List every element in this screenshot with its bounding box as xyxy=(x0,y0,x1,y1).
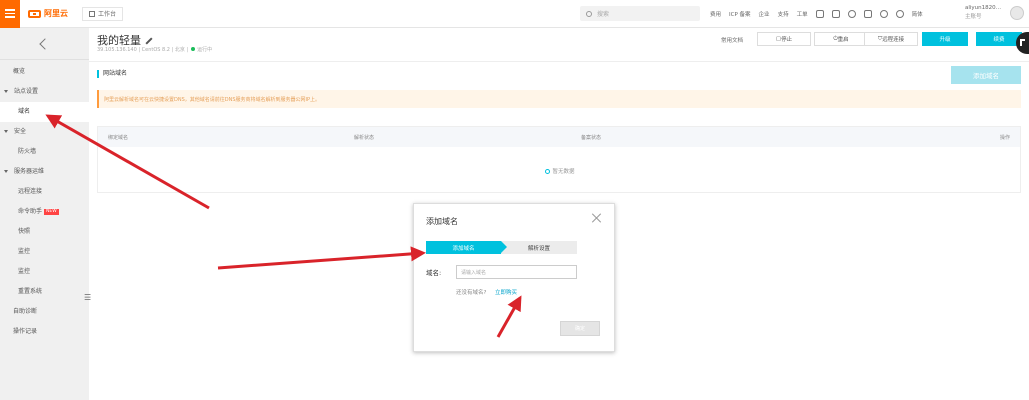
sidebar-group-site-settings[interactable]: 站点设置 xyxy=(0,82,89,102)
step-indicator: 添加域名 解析设置 xyxy=(426,241,577,254)
remote-label: 远程连接 xyxy=(882,37,905,43)
nav-fees[interactable]: 费用 xyxy=(710,10,721,18)
col-icp-status: 备案状态 xyxy=(581,135,602,141)
new-badge: NEW xyxy=(44,208,59,215)
col-domain: 绑定域名 xyxy=(108,135,129,141)
menu-icon[interactable] xyxy=(0,0,20,28)
dialog-title: 添加域名 xyxy=(426,217,458,226)
search-placeholder: 搜索 xyxy=(597,11,610,18)
domain-input[interactable]: 请输入域名 xyxy=(456,265,577,279)
edit-icon[interactable] xyxy=(145,37,153,45)
notice-banner: 阿里云解析域名可在云快捷设置DNS，其他域名请前往DNS服务商将域名解析到服务器… xyxy=(97,90,1021,108)
sidebar-group-security[interactable]: 安全 xyxy=(0,122,89,142)
top-nav: 费用 ICP 备案 企业 支持 工单 简体 xyxy=(710,0,923,28)
empty-text: 暂无数据 xyxy=(552,169,575,175)
sidebar-item-monitor-b[interactable]: 监控 xyxy=(0,262,89,282)
search-icon xyxy=(586,10,592,17)
sidebar-item-label: 命令助手 xyxy=(18,208,43,215)
bell-icon[interactable] xyxy=(847,10,856,18)
sidebar-group-ops[interactable]: 服务器运维 xyxy=(0,162,89,182)
sidebar-item-diagnose[interactable]: 自助诊断 xyxy=(0,302,89,322)
sidebar-item-snapshot[interactable]: 快照 xyxy=(0,222,89,242)
restart-label: 重启 xyxy=(837,37,849,43)
message-icon[interactable] xyxy=(831,10,840,18)
back-button[interactable] xyxy=(0,28,89,60)
workspace-button[interactable]: 工作台 xyxy=(82,6,124,21)
meta-text: 39.105.136.140 | CentOS 8.2 | 北京 | xyxy=(97,47,189,53)
header-divider xyxy=(89,61,1029,62)
domain-table: 绑定域名 解析状态 备案状态 操作 暂无数据 xyxy=(97,126,1021,193)
stop-button[interactable]: ▢ 停止 xyxy=(757,32,811,46)
sidebar-item-overview[interactable]: 概览 xyxy=(0,62,89,82)
domain-field-label: 域名: xyxy=(426,269,442,277)
sidebar-item-reset[interactable]: 重置系统 xyxy=(0,282,89,302)
user-role: 主账号 xyxy=(965,14,982,20)
sidebar-item-domain[interactable]: 域名 xyxy=(0,102,89,122)
logo-text: 阿里云 xyxy=(44,9,68,18)
section-title: 网站域名 xyxy=(97,70,127,78)
status-dot-icon xyxy=(191,47,196,51)
cloud-shell-icon[interactable] xyxy=(815,10,824,18)
aliyun-logo[interactable]: 阿里云 xyxy=(28,8,68,19)
step-dns-settings: 解析设置 xyxy=(527,245,550,252)
nav-enterprise[interactable]: 企业 xyxy=(759,10,770,18)
sidebar-item-command-helper[interactable]: 命令助手 NEW xyxy=(0,202,89,222)
username: aliyun1820… xyxy=(965,5,1002,11)
remote-connect-button[interactable]: ⛉ 远程连接 xyxy=(864,32,918,46)
sidebar-item-firewall[interactable]: 防火墙 xyxy=(0,142,89,162)
empty-state: 暂无数据 xyxy=(98,167,1022,175)
info-icon xyxy=(545,169,551,174)
add-domain-button[interactable]: 添加域名 xyxy=(951,66,1021,84)
nav-ticket[interactable]: 工单 xyxy=(797,10,808,18)
logo-mark-icon xyxy=(28,9,41,18)
avatar[interactable] xyxy=(1010,6,1024,20)
add-domain-dialog: 添加域名 添加域名 解析设置 域名: 请输入域名 还没有域名? 立即购买 确定 xyxy=(413,203,615,352)
nav-icp[interactable]: ICP 备案 xyxy=(729,10,751,18)
table-header: 绑定域名 解析状态 备案状态 操作 xyxy=(98,127,1020,147)
restart-button[interactable]: ⏻ 重启 xyxy=(814,32,868,46)
cart-icon[interactable] xyxy=(863,10,872,18)
sidebar-list: 概览 站点设置 域名 安全 防火墙 服务器运维 远程连接 命令助手 NEW 快照 … xyxy=(0,60,89,342)
home-icon xyxy=(89,10,95,17)
stop-label: 停止 xyxy=(781,37,793,43)
nav-support[interactable]: 支持 xyxy=(778,10,789,18)
close-icon[interactable] xyxy=(592,213,602,223)
sidebar-item-monitor-a[interactable]: 监控 xyxy=(0,242,89,262)
sidebar-item-logs[interactable]: 操作记录 xyxy=(0,322,89,342)
buy-now-link[interactable]: 立即购买 xyxy=(495,288,517,296)
instance-meta: 39.105.136.140 | CentOS 8.2 | 北京 | 运行中 xyxy=(97,46,212,53)
upgrade-button[interactable]: 升级 xyxy=(922,32,968,46)
status-text: 运行中 xyxy=(197,47,213,53)
bulb-icon[interactable] xyxy=(879,10,888,18)
language-switch[interactable]: 简体 xyxy=(912,10,923,18)
search-input[interactable]: 搜索 xyxy=(580,6,700,21)
docs-link[interactable]: 常用文档 xyxy=(721,36,743,44)
help-icon[interactable] xyxy=(895,10,904,18)
col-actions: 操作 xyxy=(1000,135,1011,141)
user-info[interactable]: aliyun1820… 主账号 xyxy=(965,4,1001,22)
workspace-label: 工作台 xyxy=(98,11,117,18)
sidebar: 概览 站点设置 域名 安全 防火墙 服务器运维 远程连接 命令助手 NEW 快照 … xyxy=(0,28,89,400)
chevron-left-icon xyxy=(38,37,51,50)
sidebar-item-remote[interactable]: 远程连接 xyxy=(0,182,89,202)
confirm-button[interactable]: 确定 xyxy=(560,321,600,336)
step-add-domain: 添加域名 xyxy=(426,241,507,254)
col-dns-status: 解析状态 xyxy=(354,135,375,141)
no-domain-hint: 还没有域名? xyxy=(456,290,487,296)
